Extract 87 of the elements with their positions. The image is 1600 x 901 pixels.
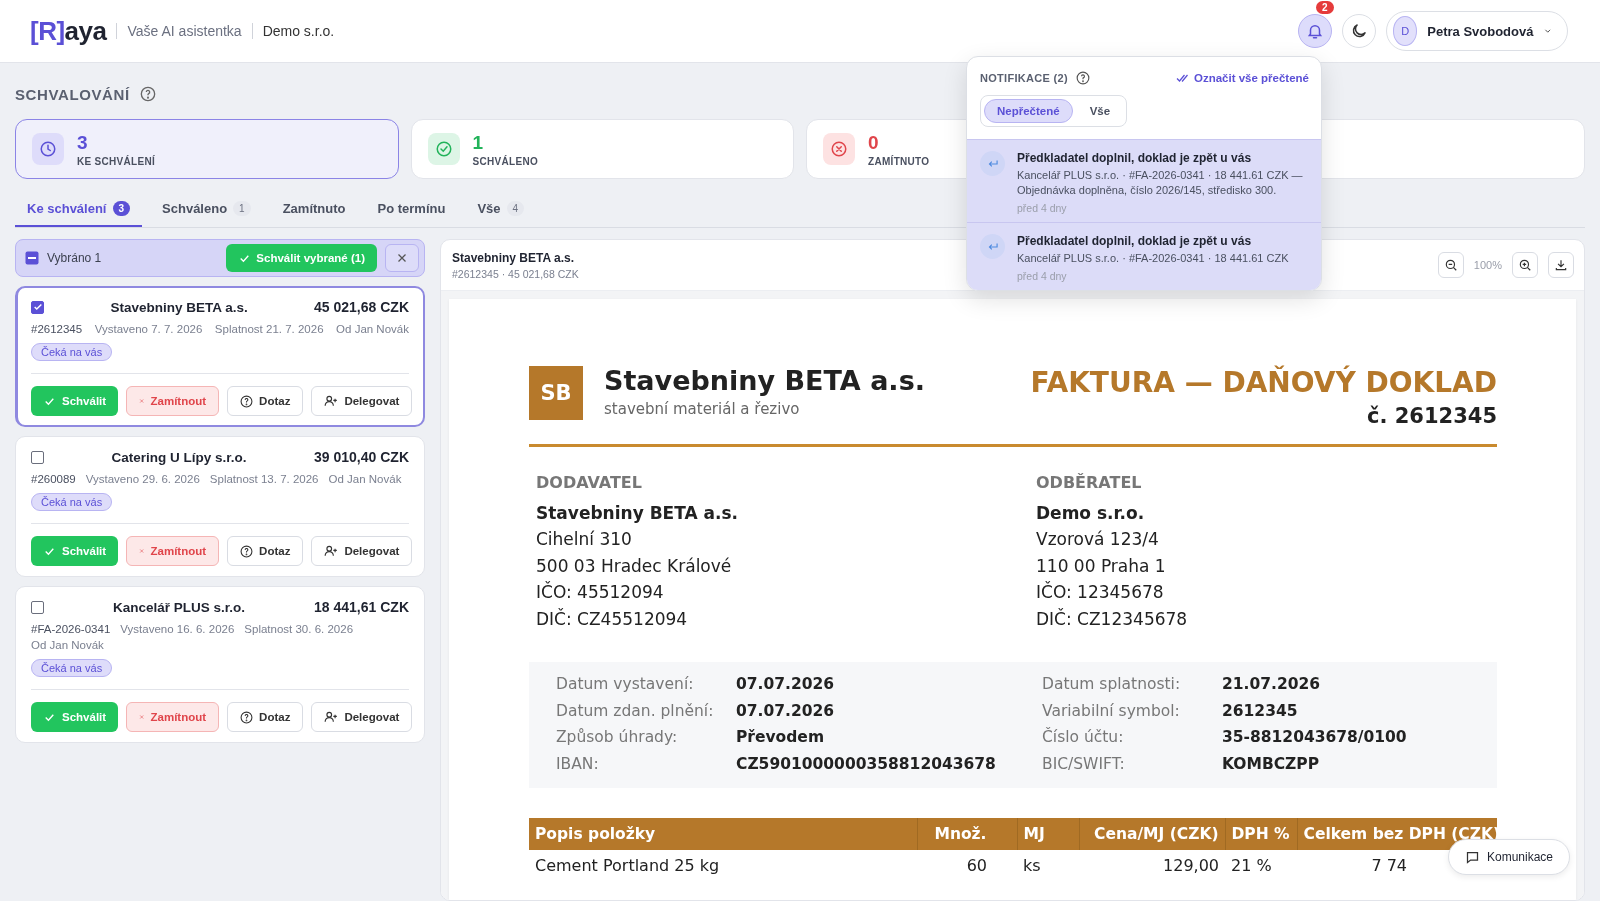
notifications-title: NOTIFIKACE (2) (980, 72, 1068, 84)
due-date: Splatnost 30. 6. 2026 (244, 623, 354, 635)
detail-label: Datum vystavení: (556, 674, 695, 695)
invoice-amount: 45 021,68 CZK (314, 299, 409, 315)
detail-label: Variabilní symbol: (1042, 700, 1181, 722)
detail-value: Převodem (736, 727, 826, 748)
notification-title: Předkladatel doplnil, doklad je zpět u vás (1017, 151, 1252, 165)
company-logo: SB (529, 366, 583, 420)
detail-value: KOMBCZPP (1222, 753, 1321, 775)
logo: [R]aya (30, 15, 107, 47)
supplier-name: Stavebniny BETA a.s. (604, 364, 926, 398)
detail-value: 07.07.2026 (736, 700, 836, 722)
page-title: SCHVALOVÁNÍ (15, 85, 130, 103)
invoice-company: Stavebniny BETA a.s. (109, 299, 249, 315)
stat-label: KE SCHVÁLENÍ (77, 155, 156, 167)
submitter: Od Jan Novák (336, 323, 409, 335)
company-name: Demo s.r.o. (262, 23, 335, 39)
due-date: Splatnost 21. 7. 2026 (214, 323, 324, 335)
address-line: Cihelní 310 (536, 528, 633, 551)
column-header: DPH % (1225, 818, 1297, 850)
detail-label: Datum splatnosti: (1042, 674, 1182, 695)
invoice-number: #2612345 (31, 323, 83, 335)
party-name: Stavebniny BETA a.s. (536, 502, 740, 525)
stat-label: ZAMÍTNUTO (868, 155, 930, 167)
notification-text: Kancelář PLUS s.r.o. · #FA-2026-0341 · 18 441.61 CZK — Objednávka doplněna, číslo 2026/145, středisko 300. (1017, 168, 1304, 198)
stat-value: 3 (77, 131, 89, 153)
issue-date: Vystaveno 29. 6. 2026 (85, 473, 200, 485)
zoom-level: 100% (1473, 259, 1502, 271)
party-heading: ODBĚRATEL (1036, 473, 1143, 492)
status-tag: Čeká na vás (31, 493, 113, 511)
notification-title: Předkladatel doplnil, doklad je zpět u vás (1017, 234, 1252, 248)
stat-label: SCHVÁLENO (472, 155, 538, 167)
supplier-tagline: stavební materiál a řezivo (604, 400, 801, 418)
issue-date: Vystaveno 16. 6. 2026 (120, 623, 235, 635)
party-heading: DODAVATEL (536, 473, 643, 492)
detail-value: 21.07.2026 (1222, 674, 1322, 695)
notification-time: před 4 dny (1017, 270, 1067, 282)
column-header: Množ. (917, 818, 1017, 850)
invoice-amount: 39 010,40 CZK (314, 449, 409, 465)
due-date: Splatnost 13. 7. 2026 (209, 473, 319, 485)
address-line: DIČ: CZ12345678 (1036, 607, 1189, 631)
selection-count: Vybráno 1 (47, 251, 103, 265)
address-line: IČO: 12345678 (1036, 580, 1165, 604)
address-line: IČO: 45512094 (536, 580, 665, 604)
status-tag: Čeká na vás (31, 659, 113, 677)
table-cell: ks (1023, 856, 1041, 875)
detail-value: 07.07.2026 (736, 674, 836, 695)
detail-value: 2612345 (1222, 700, 1299, 722)
invoice-company: Kancelář PLUS s.r.o. (112, 599, 247, 615)
invoice-company: Catering U Lípy s.r.o. (110, 449, 248, 465)
document-title: FAKTURA — DAŇOVÝ DOKLAD (1030, 366, 1497, 400)
invoice-number: #FA-2026-0341 (31, 623, 111, 635)
notification-badge: 2 (1316, 1, 1334, 14)
column-header: MJ (1017, 818, 1079, 850)
detail-label: BIC/SWIFT: (1042, 753, 1126, 775)
submitter: Od Jan Novák (328, 473, 402, 485)
notification-time: před 4 dny (1017, 202, 1067, 214)
address-line: 110 00 Praha 1 (1036, 554, 1167, 578)
preview-title: Stavebniny BETA a.s. (452, 250, 576, 265)
tagline: Vaše AI asistentka (127, 23, 242, 39)
submitter: Od Jan Novák (31, 639, 104, 651)
detail-label: Číslo účtu: (1042, 726, 1125, 748)
table-cell: 60 (966, 856, 987, 875)
address-line: 500 03 Hradec Králové (536, 554, 733, 578)
detail-label: Datum zdan. plnění: (556, 700, 715, 722)
address-line: DIČ: CZ45512094 (536, 607, 689, 631)
detail-value: 35-8812043678/0100 (1222, 727, 1408, 748)
party-name: Demo s.r.o. (1036, 502, 1146, 525)
column-header: Cena/MJ (CZK) (1079, 818, 1225, 850)
column-header: Popis položky (529, 818, 917, 850)
detail-label: Způsob úhrady: (556, 727, 679, 748)
notification-text: Kancelář PLUS s.r.o. · #FA-2026-0341 · 18 441.61 CZK (1017, 251, 1289, 266)
table-cell: 7 74 (1371, 856, 1407, 875)
issue-date: Vystaveno 7. 7. 2026 (94, 323, 203, 335)
table-cell: 21 % (1231, 856, 1272, 875)
preview-subtitle: #2612345 · 45 021,68 CZK (452, 267, 579, 280)
stat-value: 0 (868, 131, 880, 153)
stat-value: 1 (472, 131, 485, 153)
invoice-number: #260089 (31, 473, 76, 485)
address-line: Vzorová 123/4 (1036, 528, 1160, 551)
status-tag: Čeká na vás (31, 343, 113, 361)
table-cell: 129,00 (1163, 856, 1219, 875)
detail-value: CZ5901000000358812043678 (736, 753, 997, 775)
detail-label: IBAN: (556, 753, 600, 775)
document-number: č. 2612345 (1366, 404, 1497, 428)
table-cell: Cement Portland 25 kg (535, 856, 720, 875)
invoice-amount: 18 441,61 CZK (314, 599, 409, 615)
